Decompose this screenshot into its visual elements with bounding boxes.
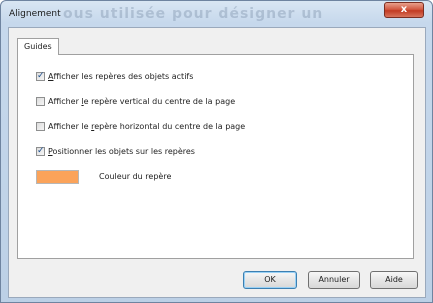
label-text: epère horizontal du centre de la page (94, 121, 246, 131)
help-button[interactable]: Aide (370, 271, 418, 289)
guides-panel: ✓ Afficher les repères des objets actifs… (17, 54, 414, 259)
close-icon: x (400, 4, 408, 15)
show-horizontal-center-guide-checkbox[interactable] (36, 121, 45, 131)
guide-color-swatch[interactable] (36, 169, 79, 184)
option-show-vertical-center-guide[interactable]: Afficher le repère vertical du centre de… (36, 95, 235, 107)
option-label: Positionner les objets sur les repères (48, 147, 195, 156)
ok-button[interactable]: OK (243, 271, 297, 289)
close-button[interactable]: x (384, 2, 424, 18)
option-label: Afficher le repère vertical du centre de… (48, 97, 235, 106)
label-text: e repère vertical du centre de la page (83, 96, 236, 106)
option-snap-objects-to-guides[interactable]: ✓ Positionner les objets sur les repères (36, 145, 195, 157)
check-icon: ✓ (37, 70, 45, 81)
label-text: fficher les repères des objets actifs (53, 71, 194, 81)
label-text: Afficher le (48, 121, 92, 131)
tab-guides[interactable]: Guides (17, 38, 59, 55)
guide-color-label: Couleur du repère (99, 172, 172, 181)
check-icon: ✓ (37, 145, 45, 156)
dialog-client-area: Guides ✓ Afficher les repères des objets… (8, 27, 426, 298)
option-label: Afficher les repères des objets actifs (48, 72, 193, 81)
cancel-button[interactable]: Annuler (308, 271, 360, 289)
label-text: ositionner les objets sur les repères (52, 146, 195, 156)
background-ghost-text: ous utilisée pour désigner un (63, 6, 324, 22)
dialog-window: Alignement ous utilisée pour désigner un… (0, 0, 433, 303)
option-show-active-guides[interactable]: ✓ Afficher les repères des objets actifs (36, 70, 193, 82)
label-text: Afficher (48, 96, 82, 106)
dialog-title: Alignement (9, 9, 61, 19)
snap-objects-to-guides-checkbox[interactable]: ✓ (36, 145, 45, 156)
title-bar[interactable]: Alignement ous utilisée pour désigner un… (1, 1, 432, 27)
option-show-horizontal-center-guide[interactable]: Afficher le repère horizontal du centre … (36, 120, 245, 132)
show-vertical-center-guide-checkbox[interactable] (36, 96, 45, 106)
guide-color-row: Couleur du repère (36, 169, 171, 184)
option-label: Afficher le repère horizontal du centre … (48, 122, 245, 131)
show-active-guides-checkbox[interactable]: ✓ (36, 70, 45, 81)
